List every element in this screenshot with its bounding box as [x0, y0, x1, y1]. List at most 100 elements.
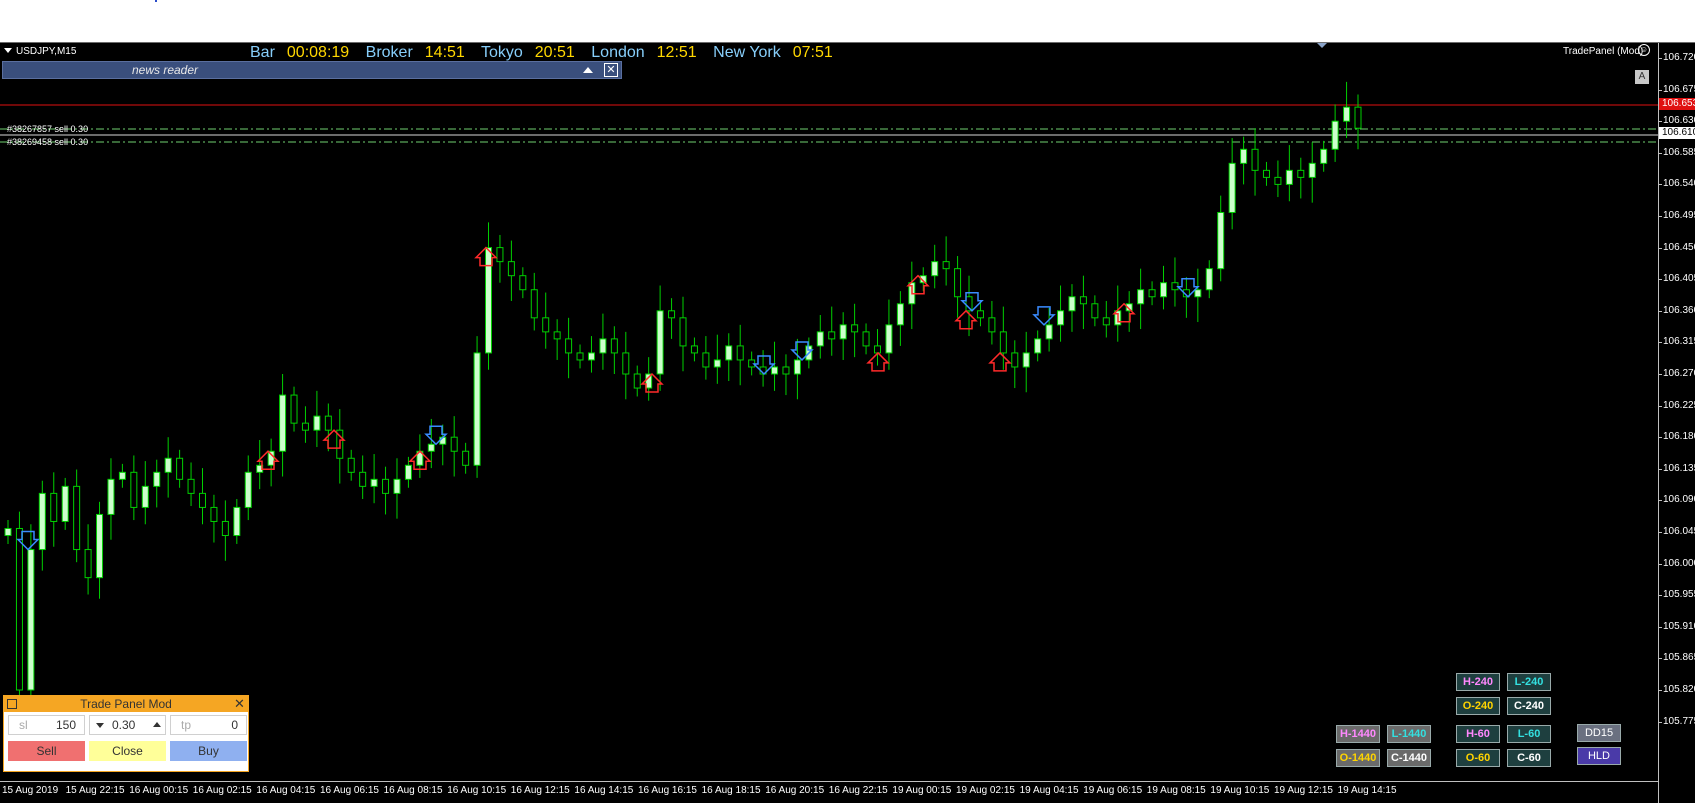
clock-value-newyork: 07:51 — [792, 44, 833, 61]
clock-value-tokyo: 20:51 — [534, 44, 575, 61]
autoscroll-a-button[interactable]: A — [1635, 70, 1649, 84]
price-tick: 105.865 — [1657, 652, 1695, 664]
time-tick: 19 Aug 00:15 — [892, 785, 952, 796]
shift-marker-icon[interactable] — [1317, 43, 1327, 48]
candle-body — [233, 506, 241, 537]
candle-body — [1251, 148, 1259, 171]
lot-increase-icon[interactable] — [153, 722, 161, 727]
symbol-label[interactable]: USDJPY,M15 — [4, 46, 76, 57]
lot-stepper[interactable]: 0.30 — [89, 715, 166, 735]
price-tick: 106.315 — [1657, 336, 1695, 348]
candle-body — [736, 345, 744, 361]
tf-button-c240[interactable]: C-240 — [1507, 697, 1551, 715]
tf-button-h240[interactable]: H-240 — [1456, 673, 1500, 691]
price-tick: 106.225 — [1657, 400, 1695, 412]
candle-body — [382, 478, 390, 494]
candle-body — [1045, 324, 1053, 340]
candle-body — [1228, 162, 1236, 213]
candlestick-chart — [0, 81, 1658, 707]
sell-button[interactable]: Sell — [8, 741, 85, 761]
chart-plot-area[interactable]: USDJPY,M15 Bar 00:08:19 Broker 14:51 Tokyo… — [0, 43, 1658, 781]
tp-label: tp — [181, 718, 192, 732]
candle-body — [1308, 162, 1316, 178]
tf-button-o1440[interactable]: O-1440 — [1336, 749, 1380, 767]
candle-body — [565, 338, 573, 354]
sl-field[interactable]: sl 150 — [8, 715, 85, 735]
trade-panel[interactable]: Trade Panel Mod ✕ sl 150 0.30 tp 0 Sell … — [3, 695, 249, 772]
candle-body — [690, 345, 698, 354]
time-tick: 19 Aug 08:15 — [1146, 785, 1206, 796]
buy-signal-arrow-icon — [988, 351, 1012, 372]
time-tick: 16 Aug 04:15 — [256, 785, 316, 796]
price-tick: 106.135 — [1657, 463, 1695, 475]
tf-button-l240[interactable]: L-240 — [1507, 673, 1551, 691]
price-tick: 106.270 — [1657, 368, 1695, 380]
news-reader-close-button[interactable]: ✕ — [604, 63, 618, 77]
candle-body — [359, 471, 367, 487]
collapse-up-icon[interactable] — [583, 67, 593, 73]
chart-window[interactable]: USDJPY,M15 Bar 00:08:19 Broker 14:51 Tokyo… — [0, 42, 1695, 803]
candle-body — [244, 471, 252, 508]
candle-body — [130, 471, 138, 508]
price-tick: 106.630 — [1657, 115, 1695, 127]
ask-price-label: 106.653 — [1659, 98, 1695, 110]
candle-body — [713, 359, 721, 368]
lot-decrease-icon[interactable] — [96, 723, 104, 728]
candle-body — [1160, 282, 1168, 298]
time-tick: 19 Aug 04:15 — [1019, 785, 1079, 796]
tf-button-o240[interactable]: O-240 — [1456, 697, 1500, 715]
close-position-button[interactable]: Close — [89, 741, 166, 761]
candle-body — [496, 247, 504, 263]
candle-body — [393, 478, 401, 494]
price-tick: 106.045 — [1657, 526, 1695, 538]
dd15-button[interactable]: DD15 — [1577, 724, 1621, 742]
candle-body — [656, 310, 664, 375]
price-tick: 106.360 — [1657, 305, 1695, 317]
buy-signal-arrow-icon — [866, 351, 890, 372]
candle-body — [1057, 310, 1065, 326]
price-tick: 106.000 — [1657, 558, 1695, 570]
trade-panel-close-button[interactable]: ✕ — [234, 696, 245, 712]
tf-button-h1440[interactable]: H-1440 — [1336, 725, 1380, 743]
price-tick: 106.495 — [1657, 210, 1695, 222]
tf-button-o60[interactable]: O-60 — [1456, 749, 1500, 767]
candle-body — [954, 268, 962, 298]
time-tick: 16 Aug 02:15 — [192, 785, 252, 796]
minimize-icon[interactable] — [7, 699, 17, 709]
order-label-1[interactable]: #38267857 sell 0.30 — [7, 124, 88, 134]
tp-field[interactable]: tp 0 — [170, 715, 247, 735]
candle-body — [771, 366, 779, 375]
candle-body — [1137, 289, 1145, 305]
candle-body — [1320, 148, 1328, 164]
candle-body — [96, 513, 104, 579]
tf-button-c1440[interactable]: C-1440 — [1387, 749, 1431, 767]
order-label-2[interactable]: #38269458 sell 0.30 — [7, 137, 88, 147]
candle-body — [1034, 338, 1042, 354]
candle-body — [1217, 211, 1225, 270]
tf-button-h60[interactable]: H-60 — [1456, 725, 1500, 743]
candle-body — [873, 345, 881, 354]
buy-button[interactable]: Buy — [170, 741, 247, 761]
candle-body — [1011, 352, 1019, 368]
tf-button-l60[interactable]: L-60 — [1507, 725, 1551, 743]
tf-button-c60[interactable]: C-60 — [1507, 749, 1551, 767]
top-strip — [0, 0, 1695, 42]
candle-body — [301, 422, 309, 431]
trade-panel-header[interactable]: Trade Panel Mod — [4, 696, 248, 712]
candle-body — [1079, 296, 1087, 305]
clock-value-broker: 14:51 — [424, 44, 465, 61]
time-axis[interactable]: 15 Aug 2019 15 Aug 22:15 16 Aug 00:15 16 Au… — [0, 781, 1658, 803]
candle-body — [1262, 169, 1270, 178]
candle-body — [210, 506, 218, 522]
candle-body — [279, 394, 287, 452]
price-axis[interactable]: 106.720 106.675 106.630 106.585 106.540 106.4… — [1657, 43, 1695, 803]
news-reader-title: news reader — [3, 63, 623, 77]
tf-button-l1440[interactable]: L-1440 — [1387, 725, 1431, 743]
candle-body — [633, 373, 641, 389]
news-reader-panel[interactable]: news reader ✕ — [2, 61, 622, 79]
hld-button[interactable]: HLD — [1577, 747, 1621, 765]
smiley-icon: ☺ — [1638, 44, 1650, 56]
time-tick: 16 Aug 18:15 — [701, 785, 761, 796]
candle-body — [542, 317, 550, 333]
buy-signal-arrow-icon — [954, 309, 978, 330]
